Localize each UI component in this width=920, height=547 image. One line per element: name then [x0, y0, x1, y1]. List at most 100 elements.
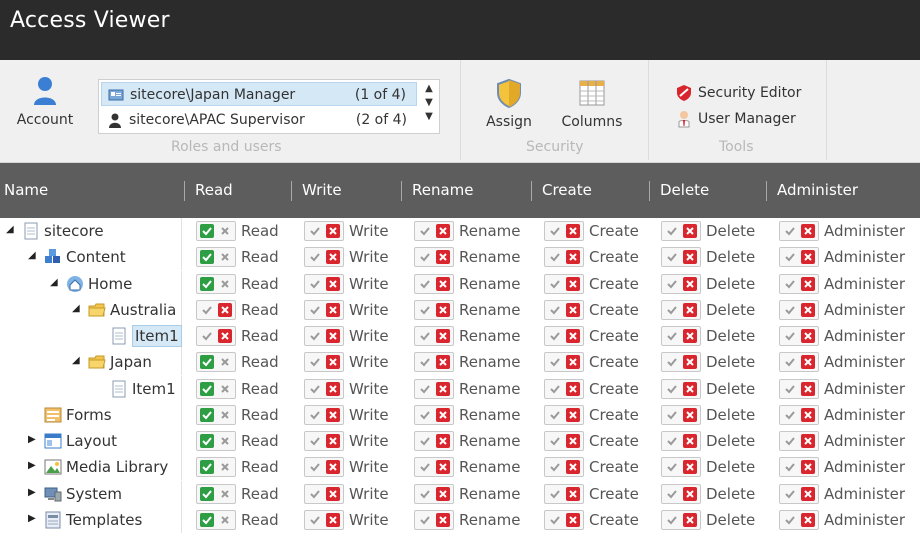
allow-deny-switch[interactable] — [661, 405, 701, 425]
deny-cross-icon[interactable] — [436, 460, 450, 474]
allow-check-icon[interactable] — [308, 460, 322, 474]
allow-deny-switch[interactable] — [779, 484, 819, 504]
deny-cross-icon[interactable] — [218, 250, 232, 264]
allow-check-icon[interactable] — [418, 408, 432, 422]
deny-cross-icon[interactable] — [436, 487, 450, 501]
allow-deny-switch[interactable] — [544, 352, 584, 372]
allow-check-icon[interactable] — [783, 329, 797, 343]
account-button[interactable]: Account — [14, 76, 76, 128]
allow-check-icon[interactable] — [783, 487, 797, 501]
deny-cross-icon[interactable] — [218, 224, 232, 238]
tree-node-content[interactable]: Content — [66, 246, 126, 268]
deny-cross-icon[interactable] — [436, 277, 450, 291]
allow-check-icon[interactable] — [548, 460, 562, 474]
deny-cross-icon[interactable] — [801, 277, 815, 291]
column-header-administer[interactable]: Administer — [777, 163, 858, 218]
deny-cross-icon[interactable] — [566, 434, 580, 448]
allow-deny-switch[interactable] — [779, 379, 819, 399]
allow-deny-switch[interactable] — [414, 221, 454, 241]
allow-deny-switch[interactable] — [544, 405, 584, 425]
collapse-icon[interactable]: ◢ — [6, 223, 16, 237]
allow-deny-switch[interactable] — [304, 326, 344, 346]
allow-deny-switch[interactable] — [544, 221, 584, 241]
deny-cross-icon[interactable] — [566, 382, 580, 396]
deny-cross-icon[interactable] — [801, 303, 815, 317]
allow-deny-switch[interactable] — [661, 379, 701, 399]
allow-check-icon[interactable] — [200, 487, 214, 501]
deny-cross-icon[interactable] — [436, 434, 450, 448]
deny-cross-icon[interactable] — [566, 224, 580, 238]
deny-cross-icon[interactable] — [218, 382, 232, 396]
allow-check-icon[interactable] — [308, 408, 322, 422]
deny-cross-icon[interactable] — [566, 487, 580, 501]
deny-cross-icon[interactable] — [218, 277, 232, 291]
allow-deny-switch[interactable] — [661, 484, 701, 504]
allow-check-icon[interactable] — [200, 329, 214, 343]
allow-deny-switch[interactable] — [779, 247, 819, 267]
deny-cross-icon[interactable] — [218, 329, 232, 343]
allow-check-icon[interactable] — [308, 487, 322, 501]
deny-cross-icon[interactable] — [566, 303, 580, 317]
allow-deny-switch[interactable] — [661, 326, 701, 346]
deny-cross-icon[interactable] — [436, 355, 450, 369]
deny-cross-icon[interactable] — [801, 408, 815, 422]
collapse-icon[interactable]: ◢ — [50, 276, 60, 290]
allow-deny-switch[interactable] — [661, 352, 701, 372]
allow-check-icon[interactable] — [665, 355, 679, 369]
deny-cross-icon[interactable] — [326, 277, 340, 291]
allow-check-icon[interactable] — [548, 355, 562, 369]
deny-cross-icon[interactable] — [683, 303, 697, 317]
allow-deny-switch[interactable] — [544, 300, 584, 320]
allow-check-icon[interactable] — [665, 382, 679, 396]
allow-check-icon[interactable] — [418, 513, 432, 527]
allow-check-icon[interactable] — [783, 382, 797, 396]
column-header-rename[interactable]: Rename — [412, 163, 474, 218]
allow-check-icon[interactable] — [418, 250, 432, 264]
deny-cross-icon[interactable] — [683, 329, 697, 343]
allow-deny-switch[interactable] — [196, 484, 236, 504]
allow-deny-switch[interactable] — [779, 457, 819, 477]
allow-deny-switch[interactable] — [196, 221, 236, 241]
tree-node-japan[interactable]: Japan — [110, 351, 152, 373]
allow-check-icon[interactable] — [418, 303, 432, 317]
allow-deny-switch[interactable] — [196, 510, 236, 530]
allow-deny-switch[interactable] — [661, 274, 701, 294]
tree-node-australia[interactable]: Australia — [110, 299, 176, 321]
allow-deny-switch[interactable] — [304, 300, 344, 320]
user-manager-link[interactable]: User Manager — [676, 110, 796, 128]
column-header-write[interactable]: Write — [302, 163, 342, 218]
allow-check-icon[interactable] — [200, 460, 214, 474]
allow-check-icon[interactable] — [665, 250, 679, 264]
allow-deny-switch[interactable] — [304, 457, 344, 477]
allow-deny-switch[interactable] — [196, 457, 236, 477]
deny-cross-icon[interactable] — [566, 277, 580, 291]
tree-node-system[interactable]: System — [66, 483, 122, 505]
deny-cross-icon[interactable] — [801, 487, 815, 501]
collapse-icon[interactable]: ◢ — [72, 302, 82, 316]
allow-deny-switch[interactable] — [661, 457, 701, 477]
scroll-down-icon[interactable]: ▼ — [421, 96, 437, 110]
deny-cross-icon[interactable] — [218, 487, 232, 501]
allow-deny-switch[interactable] — [779, 510, 819, 530]
allow-check-icon[interactable] — [665, 513, 679, 527]
allow-deny-switch[interactable] — [196, 300, 236, 320]
allow-deny-switch[interactable] — [304, 405, 344, 425]
allow-deny-switch[interactable] — [304, 510, 344, 530]
allow-deny-switch[interactable] — [661, 221, 701, 241]
allow-check-icon[interactable] — [783, 250, 797, 264]
allow-deny-switch[interactable] — [779, 300, 819, 320]
allow-check-icon[interactable] — [418, 355, 432, 369]
allow-deny-switch[interactable] — [414, 379, 454, 399]
deny-cross-icon[interactable] — [326, 408, 340, 422]
allow-deny-switch[interactable] — [414, 457, 454, 477]
tree-node-forms[interactable]: Forms — [66, 404, 112, 426]
column-header-delete[interactable]: Delete — [660, 163, 709, 218]
allow-deny-switch[interactable] — [196, 405, 236, 425]
allow-deny-switch[interactable] — [661, 300, 701, 320]
deny-cross-icon[interactable] — [326, 434, 340, 448]
deny-cross-icon[interactable] — [683, 487, 697, 501]
allow-deny-switch[interactable] — [779, 274, 819, 294]
allow-check-icon[interactable] — [308, 513, 322, 527]
expand-icon[interactable]: ▶ — [28, 512, 38, 526]
allow-deny-switch[interactable] — [414, 300, 454, 320]
